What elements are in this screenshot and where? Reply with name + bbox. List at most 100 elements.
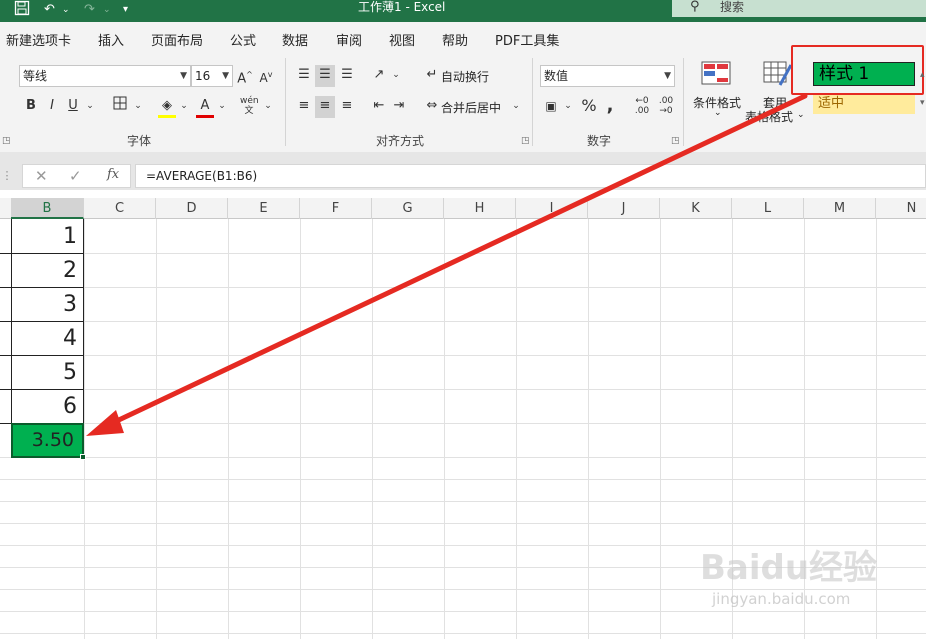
number-format-select[interactable]: 数值 ▼ <box>540 65 675 87</box>
column-header-c[interactable]: C <box>84 198 156 219</box>
column-header-n[interactable]: N <box>876 198 926 219</box>
formula-bar: ⋮ ✕ ✓ fx =AVERAGE(B1:B6) <box>0 162 926 190</box>
phonetic-icon[interactable]: wén 文 <box>240 96 259 118</box>
cancel-icon[interactable]: ✕ <box>35 167 48 185</box>
merge-dropdown-icon[interactable]: ⌄ <box>510 96 522 118</box>
increase-indent-icon[interactable]: ⇥ <box>390 96 408 118</box>
redo-dropdown-icon[interactable]: ⌄ <box>103 0 111 22</box>
accounting-format-icon[interactable]: ▣ <box>542 96 560 118</box>
underline-dropdown-icon[interactable]: ⌄ <box>84 96 96 118</box>
grid-line <box>0 523 926 524</box>
merge-center-button[interactable]: 合并后居中 <box>441 99 501 116</box>
column-header-k[interactable]: K <box>660 198 732 219</box>
align-left-icon[interactable]: ≡ <box>295 96 313 118</box>
fill-dropdown-icon[interactable]: ⌄ <box>178 96 190 118</box>
gallery-scroll-icon[interactable]: ▴ <box>920 70 925 80</box>
column-header-b[interactable]: B <box>11 198 84 219</box>
tab-insert[interactable]: 插入 <box>98 30 124 49</box>
format-table-dropdown-icon[interactable]: ⌄ <box>797 110 805 120</box>
formula-buttons: ✕ ✓ fx <box>22 164 131 188</box>
tab-new[interactable]: 新建选项卡 <box>6 30 71 49</box>
redo-icon[interactable]: ↷ <box>84 0 95 22</box>
grid-line <box>0 389 926 390</box>
orientation-dropdown-icon[interactable]: ⌄ <box>390 65 402 87</box>
increase-decimal-icon[interactable]: ←0.00 <box>632 96 652 118</box>
fill-handle[interactable] <box>80 454 86 460</box>
increase-font-icon[interactable]: A^ <box>236 65 254 87</box>
customize-toolbar-icon[interactable]: ▾ <box>123 0 128 22</box>
phonetic-dropdown-icon[interactable]: ⌄ <box>262 96 274 118</box>
bold-icon[interactable]: B <box>22 96 40 118</box>
cell-b6[interactable]: 6 <box>12 390 82 423</box>
group-divider <box>285 58 286 146</box>
search-icon: ⚲ <box>690 0 700 14</box>
insert-function-icon[interactable]: fx <box>107 167 119 182</box>
cell-b4[interactable]: 4 <box>12 322 82 355</box>
align-top-icon[interactable]: ☰ <box>295 65 313 87</box>
column-header-e[interactable]: E <box>228 198 300 219</box>
wrap-text-icon: ↵ <box>426 67 438 82</box>
decrease-decimal-icon[interactable]: .00 →0 <box>656 96 676 118</box>
font-color-icon[interactable]: A <box>196 96 214 118</box>
tab-help[interactable]: 帮助 <box>442 30 468 49</box>
wrap-text-button[interactable]: 自动换行 <box>441 68 489 85</box>
accounting-dropdown-icon[interactable]: ⌄ <box>562 96 574 118</box>
save-icon[interactable] <box>14 0 30 22</box>
decrease-font-icon[interactable]: Av <box>257 65 275 87</box>
border-icon[interactable] <box>110 96 130 118</box>
decrease-indent-icon[interactable]: ⇤ <box>370 96 388 118</box>
column-header-f[interactable]: F <box>300 198 372 219</box>
tab-review[interactable]: 审阅 <box>336 30 362 49</box>
cell-b5[interactable]: 5 <box>12 356 82 389</box>
column-header-h[interactable]: H <box>444 198 516 219</box>
orientation-icon[interactable]: ↗ <box>370 65 388 87</box>
cell-style-neutral[interactable]: 适中 <box>813 93 915 114</box>
align-bottom-icon[interactable]: ☰ <box>338 65 356 87</box>
enter-icon[interactable]: ✓ <box>69 167 82 185</box>
search-box[interactable]: ⚲ 搜索 <box>672 0 926 17</box>
grid-line <box>0 355 926 356</box>
italic-icon[interactable]: I <box>43 96 61 118</box>
cell-b3[interactable]: 3 <box>12 288 82 321</box>
column-header-m[interactable]: M <box>804 198 876 219</box>
cell-b1[interactable]: 1 <box>12 220 82 253</box>
formula-input[interactable]: =AVERAGE(B1:B6) <box>135 164 926 188</box>
align-right-icon[interactable]: ≡ <box>338 96 356 118</box>
launcher-icon[interactable]: ◳ <box>521 136 530 146</box>
column-header-g[interactable]: G <box>372 198 444 219</box>
align-middle-icon[interactable]: ☰ <box>315 65 335 87</box>
conditional-dropdown-icon[interactable]: ⌄ <box>714 108 722 118</box>
window-title: 工作薄1 - Excel <box>358 0 446 14</box>
namebox-grip-icon[interactable]: ⋮ <box>0 162 14 190</box>
align-center-icon[interactable]: ≡ <box>315 96 335 118</box>
tab-data[interactable]: 数据 <box>282 30 308 49</box>
tab-view[interactable]: 视图 <box>389 30 415 49</box>
tab-formulas[interactable]: 公式 <box>230 30 256 49</box>
font-name-select[interactable]: 等线 ▼ <box>19 65 191 87</box>
font-color-dropdown-icon[interactable]: ⌄ <box>216 96 228 118</box>
undo-dropdown-icon[interactable]: ⌄ <box>62 0 70 22</box>
underline-icon[interactable]: U <box>64 96 82 118</box>
border-dropdown-icon[interactable]: ⌄ <box>132 96 144 118</box>
launcher-icon[interactable]: ◳ <box>671 136 680 146</box>
tab-page-layout[interactable]: 页面布局 <box>151 30 203 49</box>
grid-line <box>516 219 517 639</box>
column-header-d[interactable]: D <box>156 198 228 219</box>
undo-icon[interactable]: ↶ <box>44 0 55 22</box>
cell-b7-average[interactable]: 3.50 <box>11 423 84 458</box>
title-bar: ↶ ⌄ ↷ ⌄ ▾ 工作薄1 - Excel ⚲ 搜索 <box>0 0 926 22</box>
tab-pdf-tools[interactable]: PDF工具集 <box>495 30 559 49</box>
grid-line <box>0 321 926 322</box>
fill-color-icon[interactable]: ◈ <box>158 96 176 118</box>
percent-icon[interactable]: % <box>580 96 598 118</box>
column-header-l[interactable]: L <box>732 198 804 219</box>
column-header-i[interactable]: I <box>516 198 588 219</box>
column-header-j[interactable]: J <box>588 198 660 219</box>
format-as-table-label-2[interactable]: 表格格式 <box>745 108 793 125</box>
font-size-select[interactable]: 16 ▼ <box>191 65 233 87</box>
launcher-icon[interactable]: ◳ <box>2 136 11 146</box>
comma-style-icon[interactable]: , <box>603 96 617 118</box>
cell-b2[interactable]: 2 <box>12 254 82 287</box>
gallery-more-icon[interactable]: ▾ <box>920 98 925 108</box>
conditional-format-icon <box>701 61 731 88</box>
